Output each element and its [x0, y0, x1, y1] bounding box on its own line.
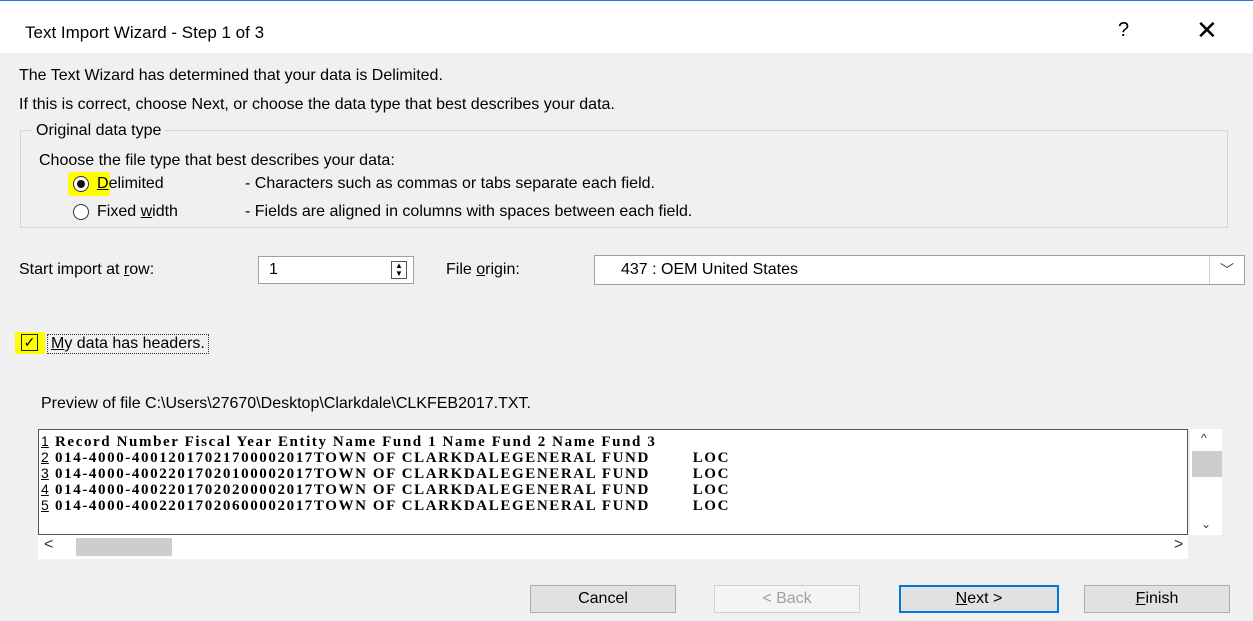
vertical-scroll-thumb[interactable]: [1192, 451, 1222, 477]
next-button[interactable]: Next >: [899, 585, 1059, 613]
preview-pane[interactable]: 1 Record Number Fiscal Year Entity Name F…: [38, 429, 1188, 535]
file-origin-value[interactable]: 437 : OEM United States: [621, 261, 798, 279]
delimited-option[interactable]: Delimited - Characters such as commas or…: [73, 172, 655, 196]
preview-row: 1 Record Number Fiscal Year Entity Name F…: [41, 433, 657, 450]
file-origin-label: File origin:: [446, 261, 520, 278]
start-row-value[interactable]: 1: [269, 261, 278, 279]
scroll-right-icon[interactable]: >: [1174, 536, 1183, 554]
delimited-description: - Characters such as commas or tabs sepa…: [245, 175, 655, 192]
scroll-up-icon[interactable]: ^: [1201, 431, 1207, 445]
file-origin-select[interactable]: 437 : OEM United States ﹀: [594, 255, 1245, 285]
finish-button[interactable]: Finish: [1084, 585, 1230, 613]
close-button[interactable]: ✕: [1196, 15, 1218, 46]
preview-row: 3 014-4000-40022017020100002017TOWN OF CL…: [41, 465, 731, 482]
scroll-down-icon[interactable]: ⌄: [1201, 517, 1211, 531]
start-row-spinner[interactable]: 1 ▲ ▼: [258, 256, 414, 284]
spinner-arrows-icon[interactable]: ▲ ▼: [391, 261, 407, 279]
fixed-width-radio[interactable]: [73, 204, 89, 220]
intro-line-2: If this is correct, choose Next, or choo…: [19, 96, 615, 113]
delimited-label[interactable]: Delimited: [97, 175, 245, 193]
start-import-label: Start import at row:: [19, 261, 155, 278]
file-type-prompt: Choose the file type that best describes…: [39, 152, 395, 169]
preview-row: 2 014-4000-40012017021700002017TOWN OF CL…: [41, 449, 731, 466]
help-button[interactable]: ?: [1118, 19, 1129, 42]
back-button[interactable]: < Back: [714, 585, 860, 613]
headers-checkbox-label[interactable]: My data has headers.: [47, 334, 209, 354]
preview-row: 4 014-4000-40022017020200002017TOWN OF CL…: [41, 481, 731, 498]
delimited-radio[interactable]: [73, 176, 89, 192]
horizontal-scrollbar[interactable]: [38, 535, 1188, 559]
title-bar: Text Import Wizard - Step 1 of 3 ? ✕: [0, 1, 1253, 53]
text-import-wizard-dialog: Text Import Wizard - Step 1 of 3 ? ✕ The…: [0, 0, 1253, 621]
cancel-button[interactable]: Cancel: [530, 585, 676, 613]
chevron-down-icon[interactable]: ﹀: [1209, 256, 1244, 284]
intro-line-1: The Text Wizard has determined that your…: [19, 67, 443, 84]
window-title: Text Import Wizard - Step 1 of 3: [25, 23, 265, 42]
fixed-width-label[interactable]: Fixed width: [97, 203, 245, 221]
preview-label: Preview of file C:\Users\27670\Desktop\C…: [41, 395, 531, 412]
fixed-width-option[interactable]: Fixed width - Fields are aligned in colu…: [73, 200, 692, 224]
scroll-left-icon[interactable]: <: [44, 536, 53, 554]
fixed-width-description: - Fields are aligned in columns with spa…: [245, 203, 693, 220]
original-data-type-legend: Original data type: [32, 122, 166, 140]
horizontal-scroll-thumb[interactable]: [76, 538, 172, 556]
preview-row: 5 014-4000-40022017020600002017TOWN OF CL…: [41, 497, 731, 514]
checkmark-icon: ✓: [23, 334, 36, 350]
headers-checkbox[interactable]: ✓: [21, 334, 38, 351]
